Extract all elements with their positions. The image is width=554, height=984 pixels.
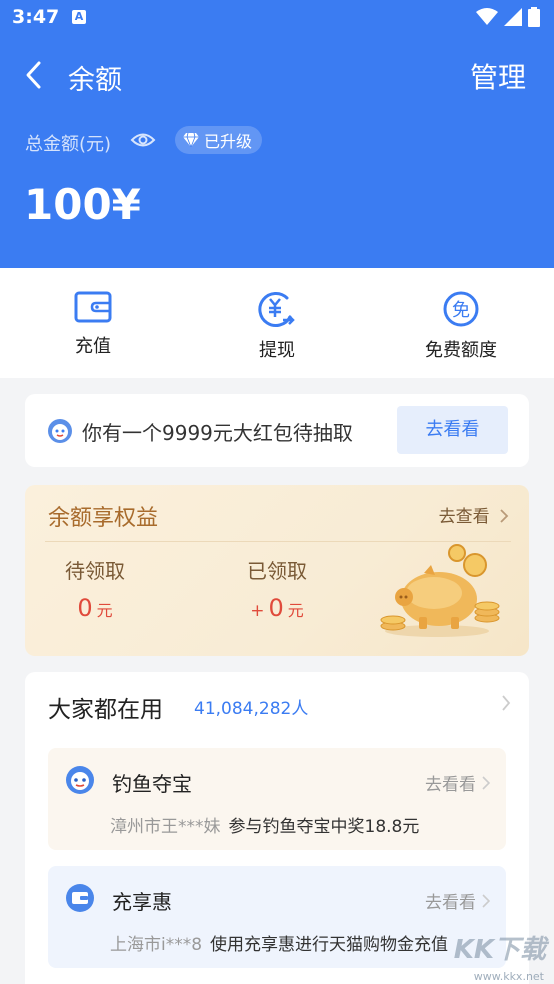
received-column[interactable]: 已领取 +0 元 — [212, 555, 342, 622]
quick-actions: 充值 提现 免 免费额度 — [0, 268, 554, 378]
page-title: 余额 — [68, 65, 122, 96]
benefits-card: 余额享权益 去查看 待领取 0元 已领取 +0 元 — [25, 485, 529, 656]
chevron-right-icon — [482, 775, 490, 790]
use-item-user: 上海市i***8 — [110, 935, 203, 955]
everyone-uses-count: 41,084,282人 — [194, 699, 309, 719]
use-item-recharge-benefit[interactable]: 充享惠 去看看 上海市i***8 使用充享惠进行天猫购物金充值 — [48, 866, 506, 968]
use-item-desc: 参与钓鱼夺宝中奖18.8元 — [228, 817, 420, 837]
manage-button[interactable]: 管理 — [470, 56, 526, 96]
everyone-uses-title: 大家都在用 — [48, 697, 163, 723]
pending-label: 待领取 — [65, 559, 125, 583]
red-packet-button[interactable]: 去看看 — [397, 406, 508, 454]
chevron-right-icon — [500, 509, 509, 523]
pending-value: 0元 — [30, 594, 160, 622]
watermark-url: www.kkx.net — [473, 970, 544, 983]
use-item-link-label: 去看看 — [425, 893, 476, 913]
chevron-right-icon[interactable] — [501, 694, 511, 712]
status-icons — [476, 7, 540, 27]
use-item-fishing[interactable]: 钓鱼夺宝 去看看 漳州市王***妹 参与钓鱼夺宝中奖18.8元 — [48, 748, 506, 850]
diamond-icon — [183, 133, 199, 147]
use-item-activity: 漳州市王***妹 参与钓鱼夺宝中奖18.8元 — [110, 812, 419, 837]
red-packet-card[interactable]: 你有一个9999元大红包待抽取 去看看 — [25, 394, 529, 467]
wifi-icon — [476, 8, 498, 25]
free-quota-button[interactable]: 免 免费额度 — [401, 290, 521, 362]
total-amount-label: 总金额(元) — [25, 134, 112, 155]
benefits-divider — [45, 541, 511, 542]
use-item-link-label: 去看看 — [425, 775, 476, 795]
benefits-link-label: 去查看 — [438, 507, 490, 527]
pending-column[interactable]: 待领取 0元 — [30, 555, 160, 622]
use-item-name: 钓鱼夺宝 — [112, 772, 192, 796]
recharge-button[interactable]: 充值 — [33, 290, 153, 358]
received-amount: 0 — [268, 594, 284, 622]
upgrade-badge-label: 已升级 — [204, 132, 253, 151]
signal-icon — [504, 8, 522, 26]
free-quota-label: 免费额度 — [425, 340, 497, 361]
balance-amount: 100¥ — [24, 180, 141, 229]
upgrade-badge: 已升级 — [175, 126, 263, 154]
benefits-link[interactable]: 去查看 — [439, 502, 509, 527]
piggy-bank-icon — [380, 544, 500, 637]
battery-icon — [528, 7, 540, 27]
use-item-name: 充享惠 — [112, 890, 172, 914]
received-label: 已领取 — [247, 559, 307, 583]
wallet-icon — [74, 291, 112, 323]
use-item-link[interactable]: 去看看 — [425, 770, 490, 795]
back-icon[interactable] — [20, 58, 50, 92]
free-quota-icon: 免 — [443, 291, 479, 327]
withdraw-label: 提现 — [259, 340, 295, 361]
use-item-link[interactable]: 去看看 — [425, 888, 490, 913]
wallet-card-icon — [66, 884, 94, 912]
status-time: 3:47 — [12, 6, 60, 28]
benefits-title: 余额享权益 — [48, 506, 159, 531]
pending-unit: 元 — [96, 601, 113, 620]
received-prefix: + — [250, 601, 265, 621]
eye-icon[interactable] — [130, 129, 156, 151]
svg-text:免: 免 — [452, 300, 470, 321]
use-item-activity: 上海市i***8 使用充享惠进行天猫购物金充值 — [110, 930, 448, 955]
yuan-withdraw-icon — [258, 292, 295, 327]
fishing-icon — [66, 766, 94, 794]
red-packet-text: 你有一个9999元大红包待抽取 — [82, 421, 353, 445]
watermark-text: KK下载 — [453, 935, 546, 965]
received-unit: 元 — [287, 601, 304, 620]
status-bar: 3:47 A — [0, 0, 554, 36]
pending-amount: 0 — [77, 594, 93, 622]
use-item-user: 漳州市王***妹 — [110, 817, 221, 837]
notification-icon: A — [72, 10, 86, 24]
recharge-label: 充值 — [75, 336, 111, 357]
chevron-right-icon — [482, 893, 490, 908]
received-value: +0 元 — [212, 594, 342, 622]
use-item-desc: 使用充享惠进行天猫购物金充值 — [210, 935, 449, 955]
mascot-icon — [48, 419, 72, 443]
withdraw-button[interactable]: 提现 — [217, 290, 337, 362]
